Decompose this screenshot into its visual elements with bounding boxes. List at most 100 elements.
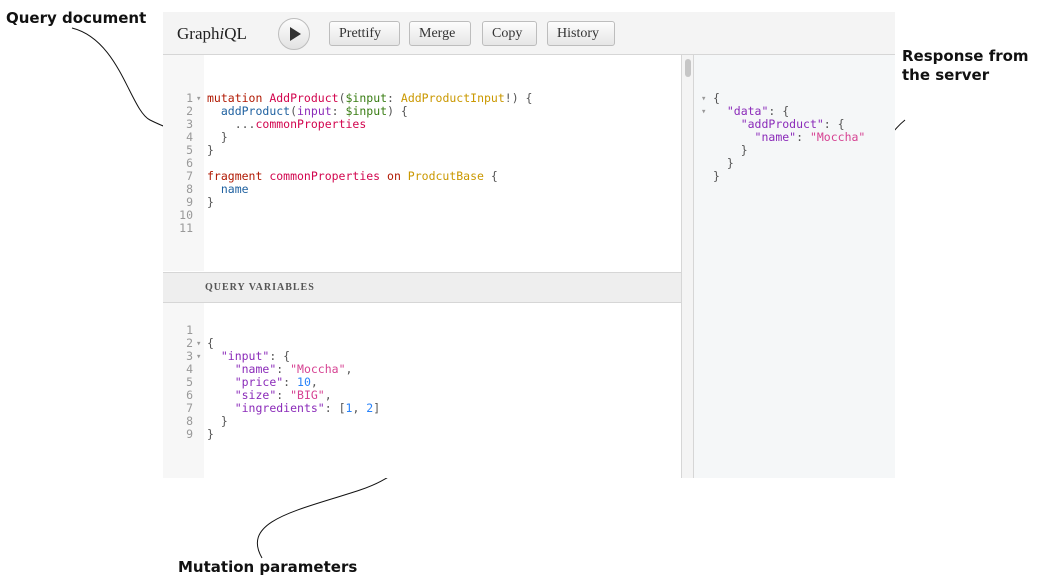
code-token: "name" — [234, 362, 277, 376]
code-token: : — [796, 130, 810, 144]
code-token: , — [345, 362, 353, 376]
code-token: AddProductInput — [400, 91, 505, 105]
code-line: ...commonProperties — [207, 117, 367, 131]
code-line: } — [207, 428, 214, 441]
code-token: ) { — [387, 104, 408, 118]
code-token: : { — [823, 117, 845, 131]
code-token: name — [220, 182, 249, 196]
code-token: "data" — [726, 104, 769, 118]
code-token: : — [276, 362, 291, 376]
code-token: , — [324, 388, 332, 402]
fold-toggle-icon[interactable]: ▾ — [196, 338, 201, 351]
code-token: ProdcutBase — [407, 169, 484, 183]
code-token: ... — [234, 117, 256, 131]
code-token: { — [207, 336, 214, 350]
code-token: "BIG" — [290, 388, 325, 402]
code-token: mutation — [207, 91, 270, 105]
editor-divider[interactable] — [681, 55, 694, 478]
code-token: ( — [338, 91, 346, 105]
code-token: input — [297, 104, 332, 118]
code-token: , — [310, 375, 318, 389]
query-variables-header[interactable]: QUERY VARIABLES — [163, 272, 681, 303]
code-token: : — [387, 91, 401, 105]
code-line: } — [207, 144, 214, 157]
vertical-scrollbar[interactable] — [685, 59, 691, 77]
line-number: 9 — [186, 427, 193, 441]
code-token: "name" — [754, 130, 797, 144]
annotation-response-line2: the server — [902, 66, 990, 84]
code-token: 10 — [297, 375, 311, 389]
code-token: } — [207, 427, 214, 441]
fold-toggle-icon[interactable]: ▾ — [701, 93, 706, 106]
result-viewer: ▾{▾ "data": { "addProduct": { "name": "M… — [694, 55, 895, 478]
code-token: on — [387, 169, 408, 183]
code-token: "Moccha" — [809, 130, 866, 144]
line-number: 11 — [179, 221, 193, 235]
query-variables-title: QUERY VARIABLES — [205, 282, 315, 293]
code-token: : — [331, 104, 346, 118]
graphiql-window: GraphiQL Prettify Merge Copy History 1 ▾ m… — [163, 12, 895, 478]
code-token: $input — [345, 104, 388, 118]
code-token: } — [713, 156, 734, 170]
fold-toggle-icon[interactable]: ▾ — [196, 351, 201, 364]
execute-query-button[interactable] — [278, 18, 310, 50]
code-token: addProduct — [220, 104, 291, 118]
code-line: } — [207, 196, 214, 209]
copy-button[interactable]: Copy — [482, 21, 537, 46]
code-token: { — [483, 169, 498, 183]
code-token: "Moccha" — [290, 362, 346, 376]
code-token: , — [352, 401, 367, 415]
code-token: "input" — [220, 349, 270, 363]
code-line: } — [713, 170, 720, 183]
code-token: "ingredients" — [234, 401, 325, 415]
code-token: } — [713, 143, 748, 157]
annotation-mutation-parameters: Mutation parameters — [178, 558, 358, 576]
code-token: commonProperties — [255, 117, 367, 131]
logo-text-1: Graph — [177, 24, 220, 43]
variables-editor[interactable]: 1 2 ▾{3 ▾ "input": {4 "name": "Moccha", 5 "p… — [163, 303, 681, 478]
fold-toggle-icon[interactable]: ▾ — [196, 93, 201, 106]
code-token: ( — [290, 104, 298, 118]
fold-toggle-icon[interactable]: ▾ — [701, 106, 706, 119]
code-token: } — [207, 130, 228, 144]
prettify-button[interactable]: Prettify — [329, 21, 400, 46]
graphiql-logo: GraphiQL — [177, 24, 247, 44]
code-token: "size" — [234, 388, 277, 402]
code-line: "ingredients": [1, 2] — [207, 402, 380, 415]
code-line: fragment commonProperties on ProdcutBase… — [207, 170, 498, 183]
code-token: { — [713, 91, 720, 105]
code-token: : [ — [324, 401, 346, 415]
code-token: AddProduct — [269, 91, 339, 105]
code-token: "price" — [234, 375, 284, 389]
code-token: fragment — [207, 169, 270, 183]
code-token: !) { — [504, 91, 533, 105]
logo-text-3: QL — [224, 24, 247, 43]
query-editor[interactable]: 1 ▾ mutation AddProduct($input: AddProduct… — [163, 55, 681, 271]
code-token: } — [207, 414, 228, 428]
annotation-query-document: Query document — [6, 9, 147, 27]
code-token: commonProperties — [269, 169, 388, 183]
merge-button[interactable]: Merge — [409, 21, 471, 46]
code-token: $input — [345, 91, 388, 105]
code-token: ] — [373, 401, 381, 415]
toolbar: GraphiQL Prettify Merge Copy History — [163, 12, 895, 55]
code-token: : { — [269, 349, 291, 363]
annotation-response: Response from the server — [902, 47, 1029, 85]
code-token: "addProduct" — [740, 117, 824, 131]
play-icon — [290, 27, 301, 41]
history-button[interactable]: History — [547, 21, 615, 46]
code-token: : — [283, 375, 298, 389]
code-token: : — [276, 388, 291, 402]
code-token: } — [207, 143, 214, 157]
code-token: } — [713, 169, 720, 183]
